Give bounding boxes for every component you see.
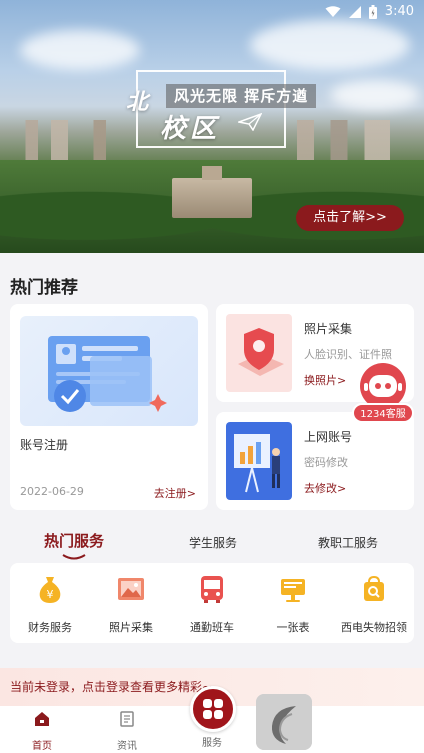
photo-collect-thumbnail <box>226 314 292 392</box>
logo-text-bottom: 校区 <box>160 114 221 144</box>
battery-icon <box>368 4 377 19</box>
service-grid-icon <box>203 699 223 719</box>
customer-service-button[interactable]: 1234客服 <box>352 363 414 429</box>
account-register-card[interactable]: 账号注册 2022-06-29 去注册> <box>10 304 208 510</box>
wifi-icon <box>325 5 341 17</box>
service-lost-found[interactable]: 西电失物招领 <box>334 573 414 635</box>
logo-text-top: 北 <box>126 89 149 115</box>
status-time: 3:40 <box>384 4 414 19</box>
paper-plane-icon <box>238 113 262 131</box>
nav-label: 首页 <box>32 741 52 752</box>
network-account-thumbnail <box>226 422 292 500</box>
service-photo[interactable]: 照片采集 <box>91 573 171 635</box>
learn-more-button[interactable]: 点击了解>> <box>296 205 404 231</box>
hot-recommend-title: 热门推荐 <box>10 278 78 298</box>
change-photo-link[interactable]: 换照片> <box>304 372 346 388</box>
customer-service-label: 1234客服 <box>352 403 414 423</box>
form-icon <box>277 573 309 605</box>
service-label: 通勤班车 <box>190 621 234 634</box>
banner-slogan: 风光无限 挥斥方遒 <box>166 84 317 108</box>
status-bar: 3:40 <box>0 0 424 24</box>
service-label: 财务服务 <box>28 621 72 634</box>
service-label: 一张表 <box>276 621 310 634</box>
nav-home[interactable]: 首页 <box>12 710 72 752</box>
floating-thumbnail[interactable] <box>256 694 312 750</box>
card-title: 账号注册 <box>20 438 69 452</box>
main-content: 热门推荐 账号注册 2022-06-29 去注册> 照片采集 人脸识别、证件照 … <box>0 253 424 753</box>
nav-label: 服务 <box>202 738 222 749</box>
service-one-form[interactable]: 一张表 <box>253 573 333 635</box>
tab-hot-services[interactable]: 热门服务 <box>44 530 104 551</box>
tab-staff-services[interactable]: 教职工服务 <box>318 534 378 551</box>
money-bag-icon: ¥ <box>34 573 66 605</box>
card-date: 2022-06-29 <box>20 485 84 498</box>
register-link[interactable]: 去注册> <box>154 485 196 501</box>
cloud <box>250 20 410 70</box>
cloud <box>20 30 140 70</box>
service-finance[interactable]: ¥ 财务服务 <box>10 573 90 635</box>
service-label: 西电失物招领 <box>341 621 407 634</box>
svg-text:¥: ¥ <box>47 588 54 601</box>
nav-news[interactable]: 资讯 <box>97 710 157 752</box>
lost-found-icon <box>358 573 390 605</box>
photo-icon <box>115 573 147 605</box>
home-icon <box>35 712 49 726</box>
tab-active-indicator <box>62 554 86 560</box>
modify-password-link[interactable]: 去修改> <box>304 480 346 496</box>
nav-label: 资讯 <box>117 741 137 752</box>
cloud <box>330 80 420 110</box>
service-label: 照片采集 <box>109 621 153 634</box>
service-tabs: 热门服务 学生服务 教职工服务 <box>0 528 424 562</box>
service-bus[interactable]: 通勤班车 <box>172 573 252 635</box>
news-icon <box>120 711 134 727</box>
services-grid: ¥ 财务服务 照片采集 通勤班车 一张表 西电失物招领 <box>10 563 414 643</box>
account-illustration <box>20 316 198 426</box>
card-desc: 人脸识别、证件照 <box>304 348 392 361</box>
card-desc: 密码修改 <box>304 456 348 469</box>
bus-icon <box>196 573 228 605</box>
card-title: 照片采集 <box>304 322 353 336</box>
card-title: 上网账号 <box>304 430 353 444</box>
service-grid-button[interactable] <box>190 686 236 732</box>
signal-icon <box>348 5 361 18</box>
campus-banner[interactable]: 北 风光无限 挥斥方遒 校区 点击了解>> <box>0 0 424 253</box>
campus-building <box>172 166 252 218</box>
tab-student-services[interactable]: 学生服务 <box>189 534 237 551</box>
